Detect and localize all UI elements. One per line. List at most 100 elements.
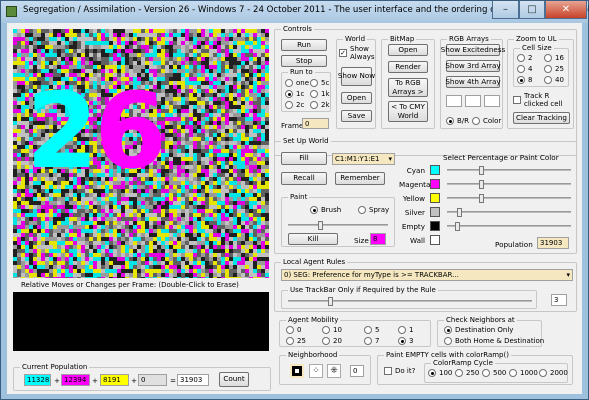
silver-slider[interactable]	[447, 208, 571, 217]
cell-size-16[interactable]: 16	[544, 54, 564, 62]
neighborhood-value: 0	[350, 365, 364, 377]
run-to-1k[interactable]: 1k	[310, 90, 330, 98]
ramp-100[interactable]: 100	[428, 369, 452, 377]
mobility-1[interactable]: 1	[398, 326, 413, 334]
track-r-checkbox[interactable]: Track R clicked cell	[513, 92, 571, 108]
local-rules-group: Local Agent Rules 0) SEG: Preference for…	[274, 258, 577, 312]
cyan-swatch[interactable]	[430, 165, 440, 175]
count-button[interactable]: Count	[219, 372, 249, 387]
color-radio[interactable]: Color	[472, 117, 501, 125]
yellow-swatch[interactable]	[430, 193, 440, 203]
neighborhood-icon-2[interactable]: ⁘	[309, 364, 323, 378]
yellow-slider-thumb[interactable]	[479, 194, 484, 203]
canvas-number-digit-2: 6	[94, 70, 166, 192]
magenta-slider[interactable]	[447, 180, 571, 189]
run-to-title: Run to	[288, 68, 315, 76]
fill-range-select[interactable]: C1:M1:Y1:E1 ▾	[332, 153, 395, 165]
mobility-10[interactable]: 10	[322, 326, 342, 334]
do-it-checkbox[interactable]: Do it?	[384, 367, 415, 376]
close-button[interactable]: ✕	[545, 1, 587, 19]
world-canvas[interactable]: 26	[13, 29, 269, 281]
plus-2: +	[92, 376, 99, 385]
app-window: Segregation / Assimilation - Version 26 …	[0, 0, 589, 400]
run-to-1c[interactable]: 1c	[285, 90, 304, 98]
remember-button[interactable]: Remember	[335, 172, 385, 185]
mobility-7[interactable]: 7	[364, 337, 379, 345]
magenta-label: Magenta	[399, 180, 431, 189]
rule-trackbar[interactable]	[288, 297, 532, 306]
render-button[interactable]: Render	[388, 61, 428, 73]
magenta-swatch[interactable]	[430, 179, 440, 189]
total-count: 31903	[177, 374, 209, 386]
cell-size-4[interactable]: 4	[517, 65, 532, 73]
to-rgb-button[interactable]: To RGB Arrays >	[388, 78, 428, 97]
bitmap-title: BitMap	[388, 35, 417, 43]
bitmap-open-button[interactable]: Open	[388, 44, 428, 56]
maximize-button[interactable]: □	[519, 1, 545, 19]
show-now-button[interactable]: Show Now	[338, 67, 375, 86]
moves-canvas[interactable]	[13, 292, 269, 351]
neighborhood-icon-3[interactable]: ⁜	[327, 364, 341, 378]
both-home-destination-radio[interactable]: Both Home & Destination	[444, 337, 544, 345]
paint-slider-thumb[interactable]	[318, 221, 323, 230]
mobility-3[interactable]: 3	[398, 337, 413, 345]
magenta-slider-thumb[interactable]	[479, 180, 484, 189]
stop-button[interactable]: Stop	[281, 55, 327, 67]
rgb-box-1	[446, 95, 462, 107]
cell-size-40[interactable]: 40	[544, 76, 564, 84]
paint-group: Paint Brush Spray Kill Size 8	[281, 193, 395, 247]
cell-size-25[interactable]: 25	[544, 65, 564, 73]
run-to-2k[interactable]: 2k	[310, 101, 330, 109]
yellow-slider[interactable]	[447, 194, 571, 203]
rule-trackbar-thumb[interactable]	[328, 297, 333, 306]
world-save-button[interactable]: Save	[341, 110, 372, 122]
run-to-one[interactable]: one	[285, 79, 309, 87]
mobility-5[interactable]: 5	[364, 326, 379, 334]
neighborhood-icon-1[interactable]	[290, 364, 304, 378]
spray-radio[interactable]: Spray	[358, 206, 389, 214]
ramp-500[interactable]: 500	[482, 369, 506, 377]
silver-swatch[interactable]	[430, 207, 440, 217]
rule-select[interactable]: 0) SEG: Preference for myType is >= TRAC…	[281, 269, 573, 281]
ramp-1000[interactable]: 1000	[509, 369, 538, 377]
empty-swatch[interactable]	[430, 221, 440, 231]
fill-button[interactable]: Fill	[281, 152, 327, 165]
cyan-slider-thumb[interactable]	[479, 166, 484, 175]
cyan-label: Cyan	[406, 166, 425, 175]
mobility-20[interactable]: 20	[322, 337, 342, 345]
silver-slider-thumb[interactable]	[457, 208, 462, 217]
brush-radio[interactable]: Brush	[310, 206, 341, 214]
population-group: Current Population 11328 + 12394 + 8191 …	[13, 363, 271, 391]
cell-size-8[interactable]: 8	[517, 76, 532, 84]
ramp-250[interactable]: 250	[455, 369, 479, 377]
br-radio[interactable]: B/R	[446, 117, 469, 125]
minimize-button[interactable]: –	[492, 1, 519, 19]
recall-button[interactable]: Recall	[281, 172, 327, 185]
frame-value: 0	[302, 118, 329, 129]
run-to-5c[interactable]: 5c	[310, 79, 329, 87]
clear-tracking-button[interactable]: Clear Tracking	[513, 112, 570, 124]
empty-count: 0	[138, 374, 167, 386]
destination-only-radio[interactable]: Destination Only	[444, 326, 513, 334]
kill-button[interactable]: Kill	[288, 233, 338, 245]
run-to-2c[interactable]: 2c	[285, 101, 304, 109]
run-button[interactable]: Run	[281, 39, 327, 51]
mobility-0[interactable]: 0	[286, 326, 301, 334]
empty-slider[interactable]	[447, 222, 571, 231]
empty-slider-thumb[interactable]	[455, 222, 460, 231]
to-cmy-button[interactable]: < To CMY World	[388, 101, 428, 122]
mobility-25[interactable]: 25	[286, 337, 306, 345]
mobility-group: Agent Mobility 0 10 5 1 25 20 7 3	[279, 316, 431, 347]
world-open-button[interactable]: Open	[341, 92, 372, 104]
wall-swatch[interactable]	[430, 235, 440, 245]
cyan-count: 11328	[24, 374, 51, 386]
paint-slider[interactable]	[288, 221, 388, 230]
show-excitedness-button[interactable]: Show Excitedness	[441, 44, 505, 56]
neighborhood-title: Neighborhood	[286, 351, 340, 359]
ramp-2000[interactable]: 2000	[539, 369, 568, 377]
show-4th-array-button[interactable]: Show 4th Array	[445, 76, 501, 88]
show-always-checkbox[interactable]: ✓ Show Always	[339, 45, 375, 61]
cyan-slider[interactable]	[447, 166, 571, 175]
show-3rd-array-button[interactable]: Show 3rd Array	[445, 60, 501, 72]
cell-size-2[interactable]: 2	[517, 54, 532, 62]
